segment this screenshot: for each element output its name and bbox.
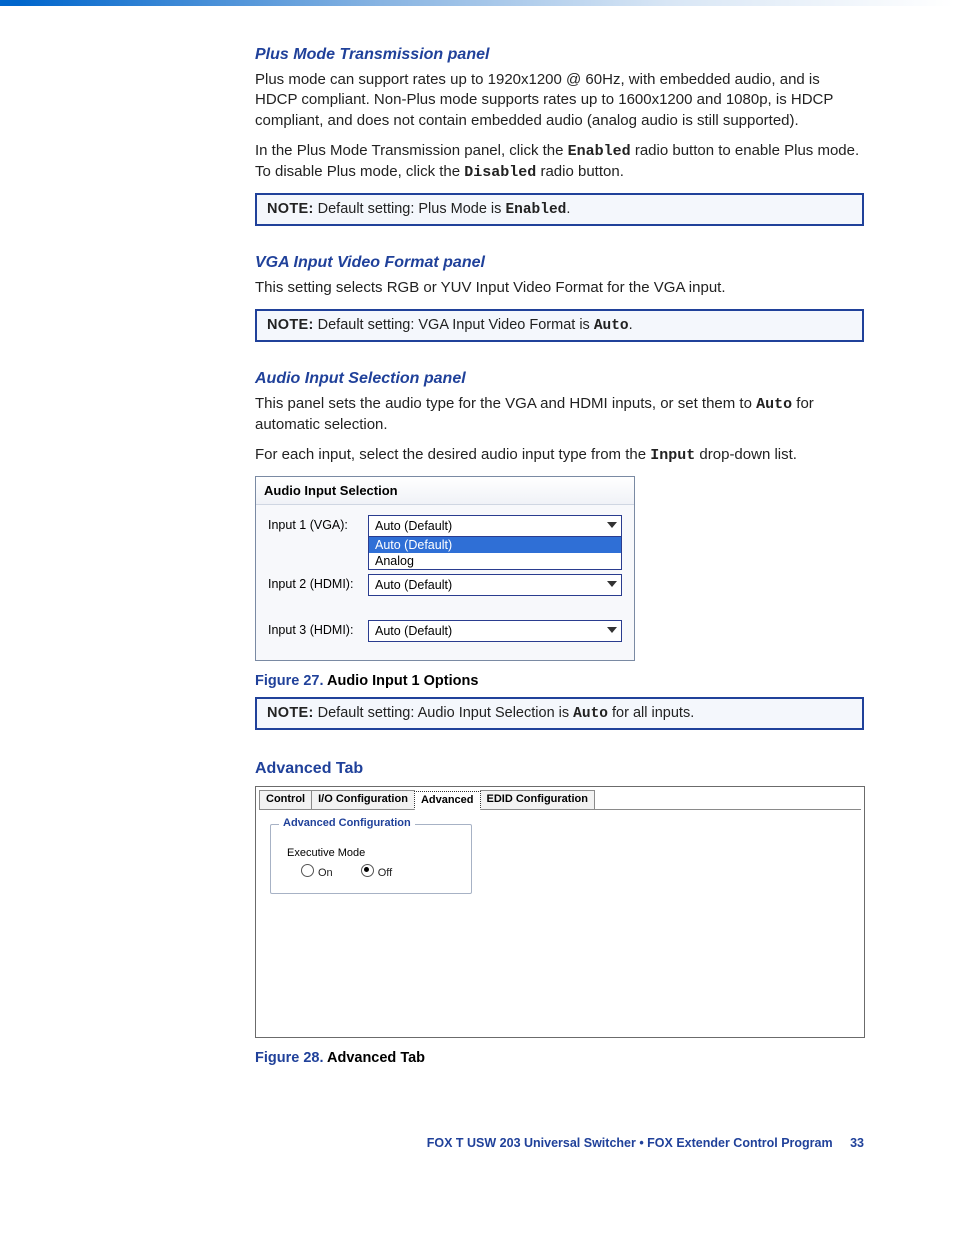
vga-paragraph-1: This setting selects RGB or YUV Input Vi… [255,278,864,298]
footer-page-number: 33 [850,1136,864,1150]
radio-off-label: Off [378,867,392,879]
text: This panel sets the audio type for the V… [255,395,756,412]
tab-underline [259,809,861,810]
note-audio: NOTE: Default setting: Audio Input Selec… [255,697,864,730]
figure-27-caption: Figure 27. Audio Input 1 Options [255,673,864,689]
input1-option-auto[interactable]: Auto (Default) [369,537,621,553]
text: radio button. [536,163,624,180]
heading-audio-input: Audio Input Selection panel [255,370,864,388]
input1-dropdown[interactable]: Auto (Default) [368,515,622,537]
tab-bar: Control I/O Configuration Advanced EDID … [256,787,864,809]
page-content: Plus Mode Transmission panel Plus mode c… [0,46,954,1066]
chevron-down-icon [607,627,617,633]
text: For each input, select the desired audio… [255,446,650,463]
radio-on-icon [301,864,314,877]
page-top-gradient [0,0,954,6]
input3-label: Input 3 (HDMI): [268,620,368,637]
input1-dropdown-open[interactable]: Auto (Default) Auto (Default) Analog [368,515,622,570]
note-code: Enabled [505,202,566,218]
input3-dropdown[interactable]: Auto (Default) [368,620,622,642]
radio-on-wrap[interactable]: On [301,863,333,879]
note-text: Default setting: VGA Input Video Format … [314,317,594,333]
code-enabled: Enabled [568,143,631,160]
note-text: Default setting: Audio Input Selection i… [314,705,574,721]
radio-off-wrap[interactable]: Off [361,863,392,879]
code-disabled: Disabled [464,164,536,181]
tab-control[interactable]: Control [259,790,312,809]
tab-io-configuration[interactable]: I/O Configuration [311,790,415,809]
input1-option-list: Auto (Default) Analog [368,537,622,570]
input2-dropdown[interactable]: Auto (Default) [368,574,622,596]
executive-mode-label: Executive Mode [287,847,461,859]
note-text: . [629,317,633,333]
panel-body: Input 1 (VGA): Auto (Default) Auto (Defa… [256,505,634,660]
figure-title: Advanced Tab [324,1050,426,1066]
audio-paragraph-2: For each input, select the desired audio… [255,445,864,466]
executive-mode-subgroup: Executive Mode On Off [287,847,461,879]
heading-advanced-tab: Advanced Tab [255,760,864,778]
radio-off-icon [361,864,374,877]
advanced-configuration-group: Advanced Configuration Executive Mode On… [270,824,472,894]
panel-title: Audio Input Selection [256,477,634,505]
input2-label: Input 2 (HDMI): [268,574,368,591]
chevron-down-icon [607,581,617,587]
input1-option-analog[interactable]: Analog [369,553,621,569]
tab-advanced[interactable]: Advanced [414,791,481,810]
figure-number: Figure 27. [255,673,324,689]
figure-number: Figure 28. [255,1050,324,1066]
group-legend: Advanced Configuration [279,817,415,829]
page-footer: FOX T USW 203 Universal Switcher • FOX E… [0,1136,954,1180]
note-plus-mode: NOTE: Default setting: Plus Mode is Enab… [255,193,864,226]
heading-plus-mode: Plus Mode Transmission panel [255,46,864,64]
note-text: Default setting: Plus Mode is [314,201,506,217]
note-vga: NOTE: Default setting: VGA Input Video F… [255,309,864,342]
figure-title: Audio Input 1 Options [324,673,479,689]
note-label: NOTE: [267,705,314,721]
tab-edid-configuration[interactable]: EDID Configuration [480,790,595,809]
code-auto: Auto [756,396,792,413]
code-input: Input [650,447,695,464]
input2-value: Auto (Default) [375,578,452,592]
input1-label: Input 1 (VGA): [268,515,368,532]
note-code: Auto [594,318,629,334]
executive-mode-options: On Off [301,863,461,879]
plus-mode-paragraph-1: Plus mode can support rates up to 1920x1… [255,70,864,131]
audio-input-selection-panel: Audio Input Selection Input 1 (VGA): Aut… [255,476,635,661]
advanced-tab-screenshot: Control I/O Configuration Advanced EDID … [255,786,865,1038]
note-code: Auto [573,706,608,722]
input3-value: Auto (Default) [375,624,452,638]
plus-mode-paragraph-2: In the Plus Mode Transmission panel, cli… [255,141,864,184]
footer-doc-title: FOX T USW 203 Universal Switcher • FOX E… [427,1136,833,1150]
audio-paragraph-1: This panel sets the audio type for the V… [255,394,864,436]
figure-28-caption: Figure 28. Advanced Tab [255,1050,864,1066]
note-text: for all inputs. [608,705,694,721]
note-text: . [566,201,570,217]
radio-on-label: On [318,867,333,879]
input1-value: Auto (Default) [375,519,452,533]
text: In the Plus Mode Transmission panel, cli… [255,142,568,159]
input2-row: Input 2 (HDMI): Auto (Default) [268,574,622,596]
note-label: NOTE: [267,201,314,217]
input1-row: Input 1 (VGA): Auto (Default) Auto (Defa… [268,515,622,570]
heading-vga-format: VGA Input Video Format panel [255,254,864,272]
text: drop-down list. [695,446,797,463]
note-label: NOTE: [267,317,314,333]
chevron-down-icon [607,522,617,528]
input3-row: Input 3 (HDMI): Auto (Default) [268,620,622,642]
